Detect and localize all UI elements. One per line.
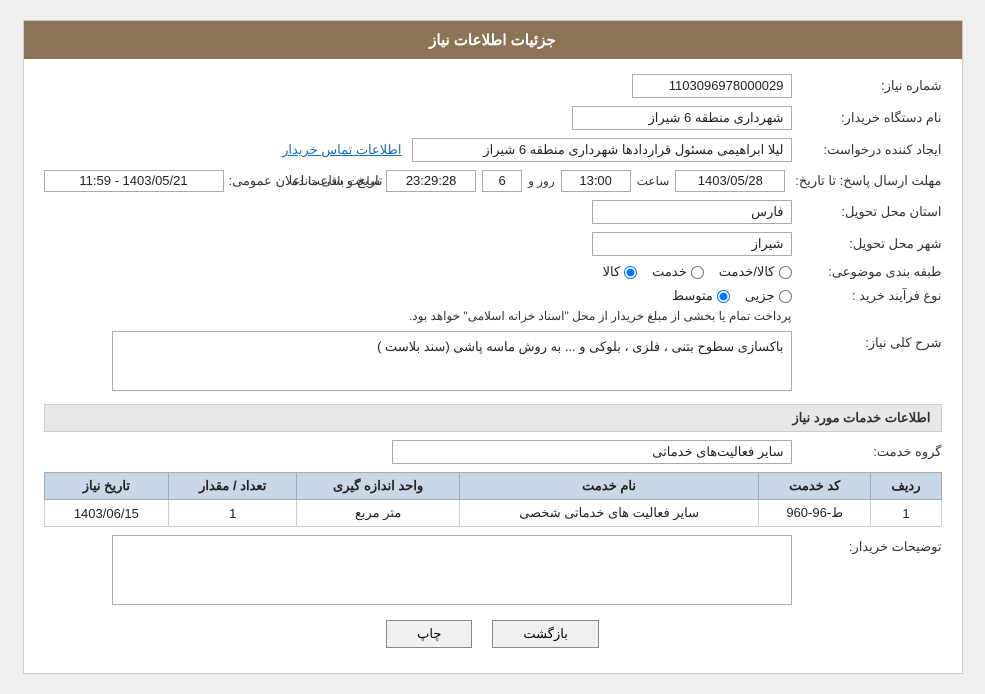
col-quantity: تعداد / مقدار (169, 473, 297, 500)
services-table: ردیف کد خدمت نام خدمت واحد اندازه گیری ت… (44, 472, 942, 527)
request-number-label: شماره نیاز: (792, 78, 942, 94)
table-row: 1ط-96-960سایر فعالیت های خدماتی شخصیمتر … (44, 500, 941, 527)
city-value: شیراز (592, 232, 792, 256)
service-group-value: سایر فعالیت‌های خدماتی (392, 440, 792, 464)
announce-value: 1403/05/21 - 11:59 (44, 170, 224, 192)
process-partial: جزیی (745, 288, 792, 304)
creator-value: لیلا ابراهیمی مسئول قراردادها شهرداری من… (412, 138, 792, 162)
page-header: جزئیات اطلاعات نیاز (24, 21, 962, 59)
creator-label: ایجاد کننده درخواست: (792, 142, 942, 158)
cell-unit: متر مربع (297, 500, 460, 527)
services-section-title: اطلاعات خدمات مورد نیاز (44, 404, 942, 432)
category-label: طبقه بندی موضوعی: (792, 264, 942, 280)
process-medium: متوسط (672, 288, 730, 304)
request-number-value: 1103096978000029 (632, 74, 792, 98)
city-label: شهر محل تحویل: (792, 236, 942, 252)
category-goods-service-radio[interactable] (779, 266, 792, 279)
category-goods-label: کالا (603, 264, 621, 280)
description-value: باکسازی سطوح بتنی ، فلزی ، بلوکی و ... ب… (377, 339, 783, 355)
back-button[interactable]: بازگشت (492, 620, 598, 648)
process-medium-radio[interactable] (717, 290, 730, 303)
category-radio-group: کالا/خدمت خدمت کالا (603, 264, 792, 280)
col-date: تاریخ نیاز (44, 473, 169, 500)
category-goods-service-label: کالا/خدمت (719, 264, 775, 280)
process-partial-label: جزیی (745, 288, 775, 304)
col-name: نام خدمت (460, 473, 759, 500)
category-goods-service: کالا/خدمت (719, 264, 792, 280)
province-label: استان محل تحویل: (792, 204, 942, 220)
cell-quantity: 1 (169, 500, 297, 527)
deadline-time-label: ساعت (637, 174, 670, 188)
category-service-radio[interactable] (691, 266, 704, 279)
button-row: بازگشت چاپ (44, 620, 942, 648)
col-row: ردیف (871, 473, 941, 500)
contact-link[interactable]: اطلاعات تماس خریدار (282, 142, 401, 158)
cell-date: 1403/06/15 (44, 500, 169, 527)
announce-label: تاریخ و ساعت اعلان عمومی: (224, 173, 383, 189)
buyer-org-value: شهرداری منطقه 6 شیراز (572, 106, 792, 130)
service-group-label: گروه خدمت: (792, 444, 942, 460)
category-service-label: خدمت (652, 264, 687, 280)
process-label: نوع فرآیند خرید : (792, 288, 942, 304)
cell-row: 1 (871, 500, 941, 527)
category-service: خدمت (652, 264, 704, 280)
process-note: پرداخت تمام یا بخشی از مبلغ خریدار از مح… (409, 309, 792, 323)
deadline-label: مهلت ارسال پاسخ: تا تاریخ: (785, 173, 941, 189)
category-goods-radio[interactable] (624, 266, 637, 279)
deadline-date: 1403/05/28 (675, 170, 785, 192)
deadline-remaining: 23:29:28 (386, 170, 476, 192)
print-button[interactable]: چاپ (386, 620, 472, 648)
deadline-day-label: روز و (528, 174, 555, 188)
header-title: جزئیات اطلاعات نیاز (429, 32, 556, 49)
deadline-days: 6 (482, 170, 522, 192)
buyer-org-label: نام دستگاه خریدار: (792, 110, 942, 126)
services-table-wrapper: ردیف کد خدمت نام خدمت واحد اندازه گیری ت… (44, 472, 942, 527)
province-value: فارس (592, 200, 792, 224)
description-label: شرح کلی نیاز: (792, 331, 942, 351)
buyer-notes-textarea[interactable] (112, 535, 792, 605)
category-goods: کالا (603, 264, 638, 280)
cell-name: سایر فعالیت های خدماتی شخصی (460, 500, 759, 527)
process-partial-radio[interactable] (779, 290, 792, 303)
deadline-time: 13:00 (561, 170, 631, 192)
cell-code: ط-96-960 (759, 500, 871, 527)
buyer-notes-label: توضیحات خریدار: (792, 535, 942, 555)
col-unit: واحد اندازه گیری (297, 473, 460, 500)
col-code: کد خدمت (759, 473, 871, 500)
process-medium-label: متوسط (672, 288, 713, 304)
